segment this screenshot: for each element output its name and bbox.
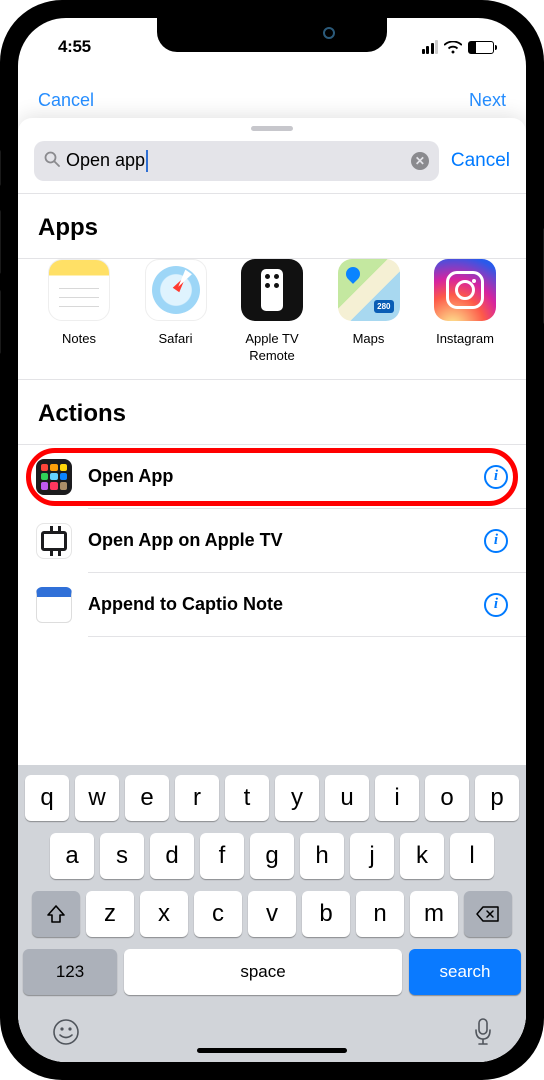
app-safari[interactable]: Safari — [137, 259, 215, 365]
instagram-icon — [434, 259, 496, 321]
key-d[interactable]: d — [150, 833, 194, 879]
keyboard-row-2: a s d f g h j k l — [23, 833, 521, 879]
key-a[interactable]: a — [50, 833, 94, 879]
apple-tv-remote-icon — [241, 259, 303, 321]
search-sheet: Open app ✕ Cancel Apps Notes Safari — [18, 118, 526, 1062]
action-open-app-apple-tv[interactable]: Open App on Apple TV i — [18, 509, 526, 573]
keyboard-row-3: z x c v b n m — [23, 891, 521, 937]
cancel-button[interactable]: Cancel — [451, 150, 510, 172]
key-b[interactable]: b — [302, 891, 350, 937]
app-notes[interactable]: Notes — [40, 259, 118, 365]
apps-row: Notes Safari Apple TV Remote Maps Instag… — [18, 259, 526, 379]
sheet-grabber[interactable] — [251, 126, 293, 131]
maps-icon — [338, 259, 400, 321]
mute-switch — [0, 150, 1, 186]
key-t[interactable]: t — [225, 775, 269, 821]
key-h[interactable]: h — [300, 833, 344, 879]
key-i[interactable]: i — [375, 775, 419, 821]
key-g[interactable]: g — [250, 833, 294, 879]
app-maps[interactable]: Maps — [330, 259, 408, 365]
actions-section-title: Actions — [18, 380, 526, 444]
status-time: 4:55 — [58, 37, 91, 57]
key-u[interactable]: u — [325, 775, 369, 821]
search-icon — [44, 151, 60, 172]
action-append-captio[interactable]: Append to Captio Note i — [18, 573, 526, 637]
key-y[interactable]: y — [275, 775, 319, 821]
app-instagram[interactable]: Instagram — [426, 259, 504, 365]
key-l[interactable]: l — [450, 833, 494, 879]
key-q[interactable]: q — [25, 775, 69, 821]
key-c[interactable]: c — [194, 891, 242, 937]
key-space[interactable]: space — [124, 949, 402, 995]
phone-frame: 4:55 Cancel Next Open app ✕ — [0, 0, 544, 1080]
key-k[interactable]: k — [400, 833, 444, 879]
keyboard-row-1: q w e r t y u i o p — [23, 775, 521, 821]
wifi-icon — [444, 41, 462, 54]
key-w[interactable]: w — [75, 775, 119, 821]
key-v[interactable]: v — [248, 891, 296, 937]
notch — [157, 18, 387, 52]
safari-icon — [145, 259, 207, 321]
volume-up-button — [0, 210, 1, 274]
clear-search-button[interactable]: ✕ — [411, 152, 429, 170]
open-app-icon — [36, 459, 72, 495]
captio-icon — [36, 587, 72, 623]
dictation-button[interactable] — [473, 1017, 493, 1054]
key-search[interactable]: search — [409, 949, 521, 995]
key-m[interactable]: m — [410, 891, 458, 937]
search-input[interactable]: Open app ✕ — [34, 141, 439, 181]
home-indicator[interactable] — [197, 1048, 347, 1053]
key-n[interactable]: n — [356, 891, 404, 937]
key-e[interactable]: e — [125, 775, 169, 821]
key-j[interactable]: j — [350, 833, 394, 879]
key-p[interactable]: p — [475, 775, 519, 821]
key-x[interactable]: x — [140, 891, 188, 937]
info-button[interactable]: i — [484, 593, 508, 617]
keyboard: q w e r t y u i o p a s d f g h — [18, 765, 526, 1062]
action-open-app[interactable]: Open App i — [18, 445, 526, 509]
key-r[interactable]: r — [175, 775, 219, 821]
key-delete[interactable] — [464, 891, 512, 937]
cellular-signal-icon — [422, 40, 439, 54]
info-button[interactable]: i — [484, 529, 508, 553]
search-value: Open app — [66, 150, 405, 172]
key-shift[interactable] — [32, 891, 80, 937]
apps-section-title: Apps — [18, 194, 526, 258]
key-s[interactable]: s — [100, 833, 144, 879]
battery-icon — [468, 41, 494, 54]
key-123[interactable]: 123 — [23, 949, 117, 995]
key-z[interactable]: z — [86, 891, 134, 937]
notes-icon — [48, 259, 110, 321]
keyboard-row-4: 123 space search — [23, 949, 521, 995]
key-f[interactable]: f — [200, 833, 244, 879]
apple-tv-action-icon — [36, 523, 72, 559]
key-o[interactable]: o — [425, 775, 469, 821]
app-apple-tv-remote[interactable]: Apple TV Remote — [233, 259, 311, 365]
info-button[interactable]: i — [484, 465, 508, 489]
volume-down-button — [0, 290, 1, 354]
emoji-button[interactable] — [51, 1017, 81, 1054]
